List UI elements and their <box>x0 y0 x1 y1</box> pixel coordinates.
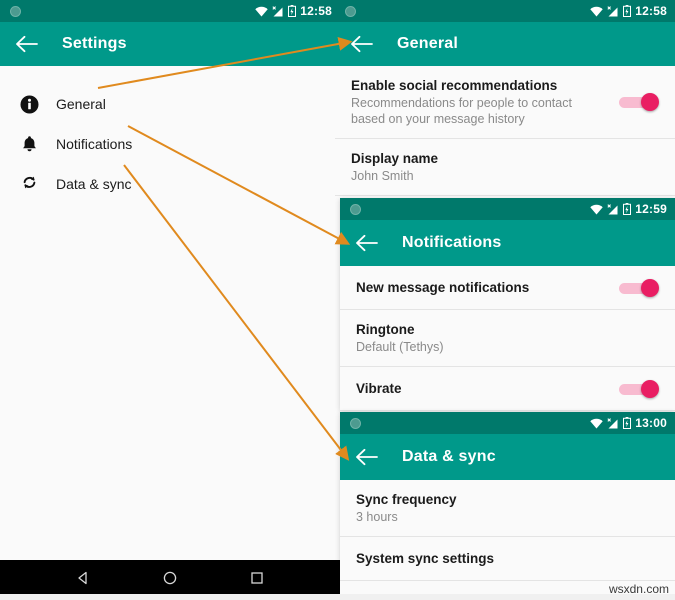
settings-screen: 12:58 Settings General Notifications Dat… <box>0 0 340 600</box>
nav-home-icon[interactable] <box>162 570 178 591</box>
notifications-settings-list: New message notifications Ringtone Defau… <box>340 266 675 411</box>
bottom-strip <box>0 594 675 600</box>
list-item[interactable]: New message notifications <box>340 266 675 310</box>
vibrate-toggle[interactable] <box>619 379 659 398</box>
battery-icon <box>623 5 632 17</box>
list-item-subtitle: Default (Tethys) <box>356 340 444 354</box>
status-bar: 12:58 <box>0 0 340 22</box>
back-arrow-icon[interactable] <box>354 230 380 256</box>
list-item-texts: Ringtone Default (Tethys) <box>356 321 659 355</box>
list-item-subtitle: Recommendations for people to contact ba… <box>351 96 572 126</box>
signal-icon <box>607 203 619 215</box>
toggle-thumb <box>641 93 659 111</box>
status-bar: 12:58 <box>335 0 675 22</box>
status-notification-dot-icon <box>350 203 361 215</box>
status-time: 12:59 <box>635 202 667 216</box>
nav-recents-icon[interactable] <box>249 570 265 591</box>
toggle-thumb <box>641 379 659 398</box>
list-item-title: Display name <box>351 151 439 166</box>
general-settings-list: Enable social recommendations Recommenda… <box>335 66 675 196</box>
list-item-title: System sync settings <box>356 551 495 566</box>
status-notification-dot-icon <box>345 5 356 17</box>
sidebar-item-label: General <box>56 96 106 112</box>
data-sync-app-bar: Data & sync <box>340 434 675 480</box>
notifications-app-bar: Notifications <box>340 220 675 266</box>
signal-icon <box>272 5 284 17</box>
status-time: 12:58 <box>635 4 667 18</box>
list-item-texts: Enable social recommendations Recommenda… <box>351 77 605 127</box>
wifi-icon <box>590 6 603 17</box>
sidebar-item-data-sync[interactable]: Data & sync <box>0 164 340 204</box>
status-bar-right: 12:58 <box>255 4 332 18</box>
status-notification-dot-icon <box>10 5 21 17</box>
list-item-texts: System sync settings <box>356 550 659 567</box>
back-arrow-icon[interactable] <box>349 31 375 57</box>
list-item-title: Sync frequency <box>356 492 457 507</box>
signal-icon <box>607 417 619 429</box>
new-message-notifications-toggle[interactable] <box>619 278 659 297</box>
status-bar-right: 13:00 <box>590 416 667 430</box>
list-item-texts: New message notifications <box>356 279 605 296</box>
list-item-subtitle: 3 hours <box>356 510 398 524</box>
list-item-subtitle: John Smith <box>351 169 414 183</box>
list-item[interactable]: Display name John Smith <box>335 139 675 196</box>
toggle-thumb <box>641 278 659 297</box>
sidebar-item-notifications[interactable]: Notifications <box>0 124 340 164</box>
back-arrow-icon[interactable] <box>14 31 40 57</box>
list-item[interactable]: System sync settings <box>340 537 675 581</box>
list-item[interactable]: Sync frequency 3 hours <box>340 480 675 537</box>
general-app-bar: General <box>335 22 675 66</box>
signal-icon <box>607 5 619 17</box>
sidebar-item-label: Notifications <box>56 136 133 152</box>
wifi-icon <box>255 6 268 17</box>
list-item[interactable]: Enable social recommendations Recommenda… <box>335 66 675 139</box>
list-item-title: Enable social recommendations <box>351 78 558 93</box>
wifi-icon <box>590 204 603 215</box>
status-time: 13:00 <box>635 416 667 430</box>
sync-icon <box>18 173 40 195</box>
data-sync-screen: 13:00 Data & sync Sync frequency 3 hours… <box>340 412 675 600</box>
sidebar-item-general[interactable]: General <box>0 84 340 124</box>
page-title: Settings <box>62 35 127 52</box>
status-bar: 12:59 <box>340 198 675 220</box>
info-icon <box>18 93 40 115</box>
status-bar-right: 12:59 <box>590 202 667 216</box>
social-recommendations-toggle[interactable] <box>619 93 659 111</box>
notifications-screen: 12:59 Notifications New message notifica… <box>340 198 675 411</box>
page-title: General <box>397 35 458 52</box>
list-item-texts: Vibrate <box>356 380 605 397</box>
wifi-icon <box>590 418 603 429</box>
page-title: Data & sync <box>402 448 496 465</box>
sidebar-item-label: Data & sync <box>56 176 132 192</box>
list-item-title: Vibrate <box>356 381 402 396</box>
list-item[interactable]: Vibrate <box>340 367 675 411</box>
status-bar: 13:00 <box>340 412 675 434</box>
list-item-title: New message notifications <box>356 280 530 295</box>
bell-icon <box>18 133 40 155</box>
general-screen: 12:58 General Enable social recommendati… <box>335 0 675 210</box>
list-item[interactable]: Ringtone Default (Tethys) <box>340 310 675 367</box>
battery-icon <box>623 417 632 429</box>
list-item-title: Ringtone <box>356 322 415 337</box>
status-bar-right: 12:58 <box>590 4 667 18</box>
page-title: Notifications <box>402 234 502 251</box>
battery-icon <box>288 5 297 17</box>
nav-back-icon[interactable] <box>75 570 91 591</box>
battery-icon <box>623 203 632 215</box>
data-sync-settings-list: Sync frequency 3 hours System sync setti… <box>340 480 675 581</box>
watermark: wsxdn.com <box>608 582 669 596</box>
list-item-texts: Display name John Smith <box>351 150 659 184</box>
status-notification-dot-icon <box>350 417 361 429</box>
back-arrow-icon[interactable] <box>354 444 380 470</box>
status-time: 12:58 <box>300 4 332 18</box>
settings-app-bar: Settings <box>0 22 340 66</box>
list-item-texts: Sync frequency 3 hours <box>356 491 659 525</box>
screenshot-root: 12:58 Settings General Notifications Dat… <box>0 0 675 600</box>
